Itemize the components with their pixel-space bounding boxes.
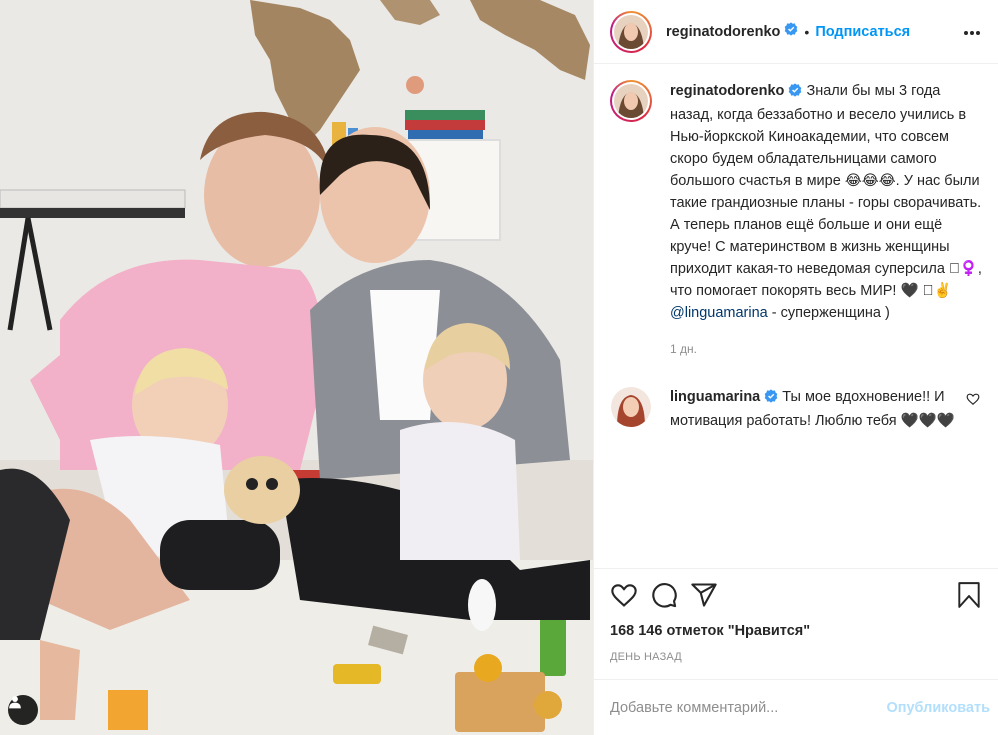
reply-username[interactable]: linguamarina bbox=[670, 389, 760, 405]
verified-badge-icon bbox=[764, 388, 778, 410]
caption-avatar-image bbox=[614, 84, 648, 118]
separator-dot: • bbox=[804, 23, 810, 40]
heart-icon[interactable] bbox=[610, 579, 642, 611]
reply-comment: linguamarina Ты мое вдохновение!! И моти… bbox=[610, 386, 982, 432]
instagram-post-viewer: reginatodorenko • Подписаться reginatodo… bbox=[0, 0, 998, 735]
post-header: reginatodorenko • Подписаться bbox=[594, 0, 998, 64]
post-actions: 168 146 отметок "Нравится" День назад bbox=[594, 568, 998, 679]
reply-body: linguamarina Ты мое вдохновение!! И моти… bbox=[670, 386, 956, 432]
reply-avatar-image bbox=[611, 387, 651, 427]
photo-illustration bbox=[0, 0, 593, 735]
user-tag-button[interactable] bbox=[8, 695, 38, 725]
follow-button[interactable]: Подписаться bbox=[815, 24, 910, 40]
comment-icon[interactable] bbox=[650, 579, 682, 611]
more-options-button[interactable] bbox=[960, 20, 984, 44]
share-icon[interactable] bbox=[690, 579, 722, 611]
comment-input[interactable] bbox=[610, 699, 879, 716]
caption-body: reginatodorenko Знали бы мы 3 года назад… bbox=[670, 80, 982, 360]
reply-like-heart-icon[interactable] bbox=[966, 392, 980, 411]
verified-badge-icon bbox=[784, 22, 798, 41]
caption-mention-link[interactable]: @linguamarina bbox=[670, 305, 768, 321]
likes-count[interactable]: 168 146 отметок "Нравится" bbox=[610, 623, 982, 639]
author-avatar-image bbox=[614, 14, 648, 49]
caption-text: Знали бы мы 3 года назад, когда беззабот… bbox=[670, 83, 982, 299]
publish-comment-button[interactable]: Опубликовать bbox=[886, 700, 990, 716]
bookmark-icon[interactable] bbox=[950, 579, 982, 611]
post-details-panel: reginatodorenko • Подписаться reginatodo… bbox=[593, 0, 998, 735]
caption-text-tail: - суперженщина ) bbox=[767, 305, 890, 321]
more-options-icon bbox=[963, 23, 981, 41]
reply-avatar[interactable] bbox=[610, 386, 652, 428]
add-comment-form: Опубликовать bbox=[594, 679, 998, 735]
post-timestamp[interactable]: День назад bbox=[610, 651, 982, 679]
comments-list[interactable]: reginatodorenko Знали бы мы 3 года назад… bbox=[594, 64, 998, 568]
author-username[interactable]: reginatodorenko bbox=[666, 24, 780, 40]
caption-comment: reginatodorenko Знали бы мы 3 года назад… bbox=[610, 80, 982, 360]
verified-badge-icon bbox=[788, 82, 802, 104]
caption-username[interactable]: reginatodorenko bbox=[670, 83, 784, 99]
post-photo[interactable] bbox=[0, 0, 593, 735]
action-icons-row bbox=[610, 569, 982, 621]
caption-avatar[interactable] bbox=[610, 80, 652, 122]
author-avatar[interactable] bbox=[610, 10, 652, 53]
caption-timestamp[interactable]: 1 дн. bbox=[670, 338, 982, 360]
